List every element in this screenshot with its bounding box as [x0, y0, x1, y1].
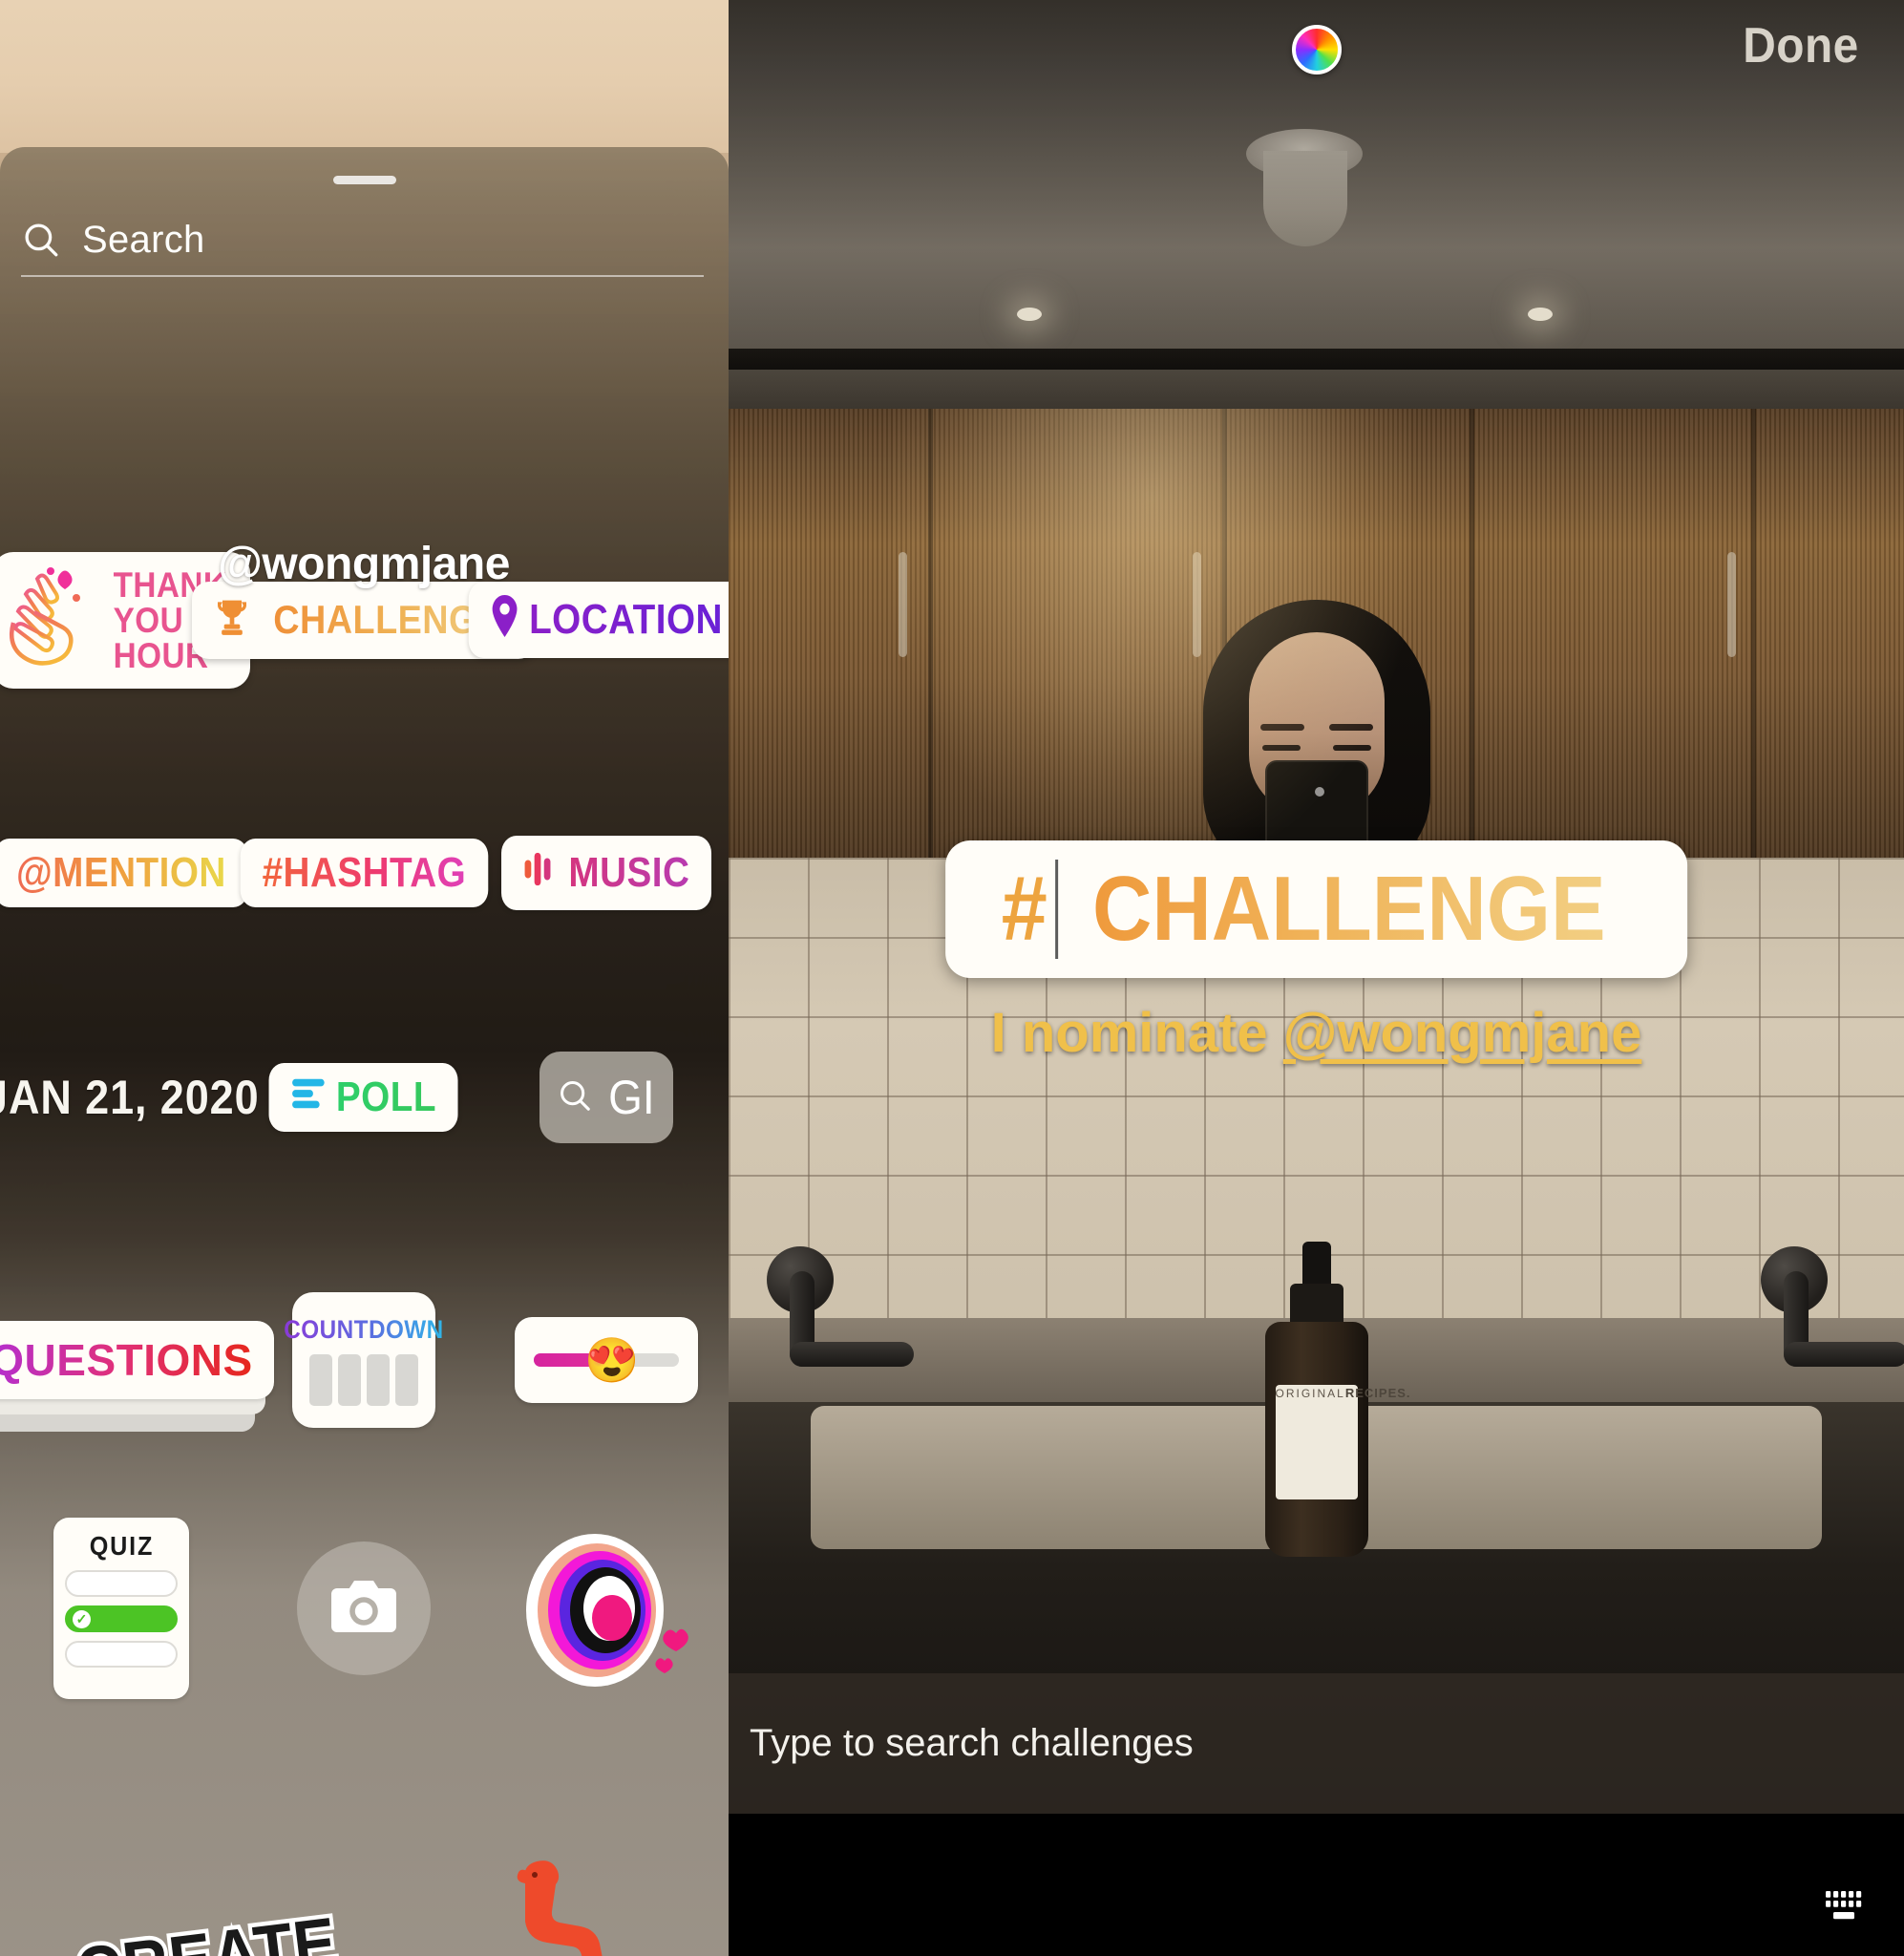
keyboard-icon[interactable]: [1824, 1887, 1873, 1929]
sticker-gif-search[interactable]: GI: [485, 1052, 728, 1143]
challenge-text-card[interactable]: # CHALLENGE: [944, 840, 1688, 978]
story-editor-panel: ORIGINALRECIPES. Done # CHALLENGE I nomi…: [729, 0, 1904, 1956]
sticker-countdown[interactable]: COUNTDOWN: [243, 1292, 485, 1428]
quiz-option-3: [65, 1641, 178, 1668]
challenge-word: CHALLENGE: [1091, 858, 1606, 960]
location-sticker-label: LOCATION: [528, 596, 723, 643]
create-sticker-label[interactable]: CREATE: [68, 1898, 346, 1956]
poll-bars-icon: [291, 1076, 327, 1118]
nominate-handle[interactable]: @wongmjane: [1283, 1002, 1642, 1064]
tray-backdrop: [0, 0, 729, 153]
poll-sticker-label: POLL: [336, 1074, 437, 1120]
quiz-sticker[interactable]: QUIZ ✓: [53, 1518, 189, 1699]
sticker-challenge[interactable]: @wongmjane CHALLENGE: [192, 539, 536, 659]
questions-sticker-label: QUESTIONS: [0, 1335, 253, 1385]
challenge-handle-label: @wongmjane: [218, 538, 510, 589]
mouth-hearts-sticker[interactable]: [520, 1522, 692, 1694]
countdown-digit-blocks: [309, 1353, 418, 1406]
quiz-sticker-label: QUIZ: [89, 1531, 154, 1561]
countdown-sticker[interactable]: COUNTDOWN: [284, 1292, 443, 1428]
search-hint-band[interactable]: Type to search challenges: [729, 1673, 1904, 1814]
location-sticker[interactable]: LOCATION: [468, 582, 729, 658]
trophy-icon: [213, 597, 251, 644]
hashtag-sticker-label: #HASHTAG: [262, 849, 466, 896]
camera-sticker[interactable]: [297, 1541, 431, 1675]
sticker-mouth-hearts[interactable]: [485, 1522, 728, 1694]
sticker-tray-panel: Search THANK YOU HOUR @wongmjane CHALLEN…: [0, 0, 729, 1956]
location-pin-icon: [490, 595, 518, 645]
camel-icon[interactable]: [489, 1851, 651, 1956]
nominate-prefix: I nominate: [990, 1002, 1283, 1064]
sticker-camera[interactable]: [243, 1541, 485, 1675]
nominate-line[interactable]: I nominate @wongmjane: [991, 1001, 1642, 1065]
sticker-quiz[interactable]: QUIZ ✓: [0, 1518, 243, 1699]
keyboard-strip: [729, 1814, 1904, 1956]
search-field[interactable]: Search: [21, 204, 704, 277]
hashtag-sticker[interactable]: #HASHTAG: [240, 839, 488, 907]
quiz-option-1: [65, 1570, 178, 1597]
sticker-music[interactable]: MUSIC: [485, 836, 728, 910]
music-sticker[interactable]: MUSIC: [500, 836, 712, 910]
questions-sticker[interactable]: QUESTIONS: [0, 1321, 274, 1432]
done-button[interactable]: Done: [1743, 17, 1858, 74]
search-hint-text: Type to search challenges: [750, 1722, 1194, 1764]
sticker-location[interactable]: LOCATION: [468, 582, 729, 658]
text-caret: [1055, 860, 1059, 959]
quiz-option-2-correct: ✓: [65, 1605, 178, 1632]
search-icon: [21, 220, 61, 260]
story-top-bar: Done: [729, 0, 1904, 99]
screen: Search THANK YOU HOUR @wongmjane CHALLEN…: [0, 0, 1904, 1956]
search-placeholder: Search: [82, 218, 205, 261]
emoji-slider-sticker[interactable]: 😍: [515, 1317, 698, 1403]
slider-emoji-knob[interactable]: 😍: [584, 1338, 639, 1382]
sticker-sheet: Search THANK YOU HOUR @wongmjane CHALLEN…: [0, 147, 729, 1956]
sticker-hashtag[interactable]: #HASHTAG: [240, 839, 488, 907]
mention-sticker-label: @MENTION: [16, 849, 226, 896]
camera-icon: [331, 1579, 396, 1639]
sticker-date[interactable]: JAN 21, 2020: [0, 1070, 258, 1125]
challenge-hash-symbol: #: [1001, 858, 1047, 960]
color-wheel-icon[interactable]: [1291, 25, 1342, 74]
music-bars-icon: [523, 849, 559, 897]
music-sticker-label: MUSIC: [568, 849, 690, 896]
sticker-emoji-slider[interactable]: 😍: [485, 1317, 728, 1403]
sticker-row-partial: CREATE: [0, 1851, 729, 1956]
gif-search-label: GI: [607, 1071, 655, 1124]
sticker-mention[interactable]: @MENTION: [0, 839, 248, 907]
date-sticker-label[interactable]: JAN 21, 2020: [0, 1070, 259, 1125]
clapping-hands-icon: [6, 565, 97, 675]
sticker-questions[interactable]: QUESTIONS: [0, 1321, 274, 1432]
mention-sticker[interactable]: @MENTION: [0, 839, 248, 907]
countdown-sticker-label: COUNTDOWN: [284, 1314, 444, 1344]
gif-search-button[interactable]: GI: [539, 1052, 673, 1143]
sticker-poll[interactable]: POLL: [243, 1063, 485, 1132]
sheet-drag-handle[interactable]: [332, 176, 396, 184]
challenge-composer[interactable]: # CHALLENGE I nominate @wongmjane: [944, 840, 1688, 1065]
search-icon: [557, 1077, 593, 1118]
poll-sticker[interactable]: POLL: [268, 1063, 459, 1132]
check-icon: ✓: [73, 1609, 91, 1628]
questions-card: QUESTIONS: [0, 1321, 274, 1399]
